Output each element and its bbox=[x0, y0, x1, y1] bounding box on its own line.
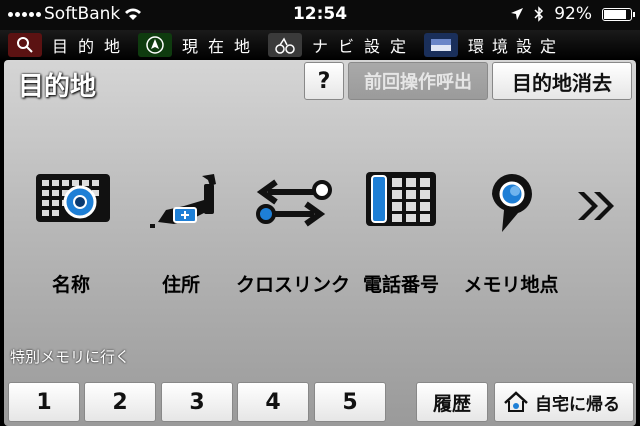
destination-panel: 目的地 ? 前回操作呼出 目的地消去 名称 住所 クロスリンク 電話番号 メモリ… bbox=[4, 60, 636, 426]
crosslink-button[interactable]: クロスリンク bbox=[236, 170, 351, 320]
memory-point-button[interactable]: メモリ地点 bbox=[456, 170, 566, 320]
search-by-name-button[interactable]: 名称 bbox=[16, 170, 126, 320]
help-button[interactable]: ? bbox=[304, 62, 344, 100]
memory-button-2[interactable]: 2 bbox=[84, 382, 156, 422]
clear-destination-button[interactable]: 目的地消去 bbox=[492, 62, 632, 100]
car-icon bbox=[268, 33, 303, 57]
map-pin-icon bbox=[492, 174, 532, 232]
tab-label: 環境設定 bbox=[468, 37, 565, 56]
top-menu: 目的地 現在地 ナビ設定 環境設定 bbox=[0, 30, 640, 60]
tab-nav-settings[interactable]: ナビ設定 bbox=[260, 30, 416, 60]
category-label: 住所 bbox=[161, 274, 200, 296]
location-services-icon bbox=[511, 8, 524, 20]
category-label: メモリ地点 bbox=[463, 274, 559, 296]
screen-icon bbox=[424, 33, 459, 57]
tab-label: 目的地 bbox=[52, 37, 131, 56]
tab-label: 現在地 bbox=[182, 37, 261, 56]
tab-destination[interactable]: 目的地 bbox=[0, 30, 130, 60]
category-label: 名称 bbox=[51, 274, 90, 296]
tab-current-location[interactable]: 現在地 bbox=[130, 30, 260, 60]
memory-button-4[interactable]: 4 bbox=[237, 382, 309, 422]
history-button[interactable]: 履歴 bbox=[416, 382, 488, 422]
memory-button-5[interactable]: 5 bbox=[314, 382, 386, 422]
status-bar: SoftBank 12:54 92% bbox=[0, 0, 640, 30]
next-page-icon[interactable] bbox=[574, 186, 624, 226]
battery-fill bbox=[604, 9, 627, 19]
phone-keypad-icon bbox=[366, 172, 436, 226]
recall-previous-button[interactable]: 前回操作呼出 bbox=[348, 62, 488, 100]
tab-label: ナビ設定 bbox=[312, 37, 417, 56]
go-home-button[interactable]: 自宅に帰る bbox=[494, 382, 634, 422]
special-memory-label: 特別メモリに行く bbox=[10, 348, 131, 366]
battery-icon bbox=[602, 7, 635, 21]
category-label: 電話番号 bbox=[362, 274, 439, 296]
category-label: クロスリンク bbox=[236, 274, 351, 296]
home-icon bbox=[504, 391, 528, 412]
crosslink-icon bbox=[256, 179, 332, 227]
keyboard-icon bbox=[36, 174, 110, 222]
search-by-address-button[interactable]: 住所 bbox=[126, 170, 236, 320]
search-icon bbox=[8, 33, 42, 57]
japan-map-icon bbox=[150, 174, 216, 228]
search-by-phone-button[interactable]: 電話番号 bbox=[346, 170, 456, 320]
tab-environment-settings[interactable]: 環境設定 bbox=[416, 30, 564, 60]
memory-button-1[interactable]: 1 bbox=[8, 382, 80, 422]
page-title: 目的地 bbox=[18, 72, 97, 102]
location-arrow-icon bbox=[138, 33, 173, 57]
battery-percent: 92% bbox=[554, 4, 592, 24]
bluetooth-icon bbox=[534, 6, 544, 22]
go-home-label: 自宅に帰る bbox=[535, 394, 620, 415]
memory-button-3[interactable]: 3 bbox=[161, 382, 233, 422]
status-right: 92% bbox=[510, 4, 635, 24]
